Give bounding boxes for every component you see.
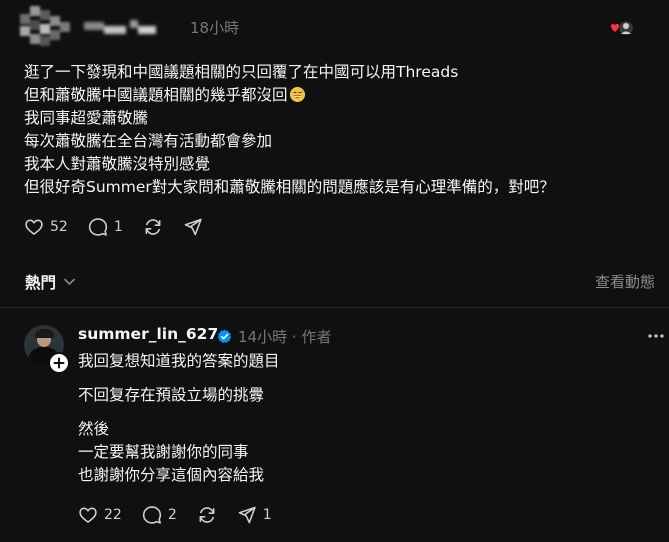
post-timestamp: 18小時 — [190, 19, 240, 37]
post-body: 逛了一下發現和中國議題相關的只回覆了在中國可以用Threads 但和蕭敬騰中國議… — [24, 61, 654, 199]
send-icon — [238, 506, 256, 524]
like-button[interactable]: 22 — [78, 505, 122, 525]
reply-paragraph: 我回复想知道我的答案的題目 — [78, 350, 638, 373]
more-options-icon[interactable] — [648, 334, 664, 338]
repost-button[interactable] — [197, 505, 217, 525]
post-line: 但和蕭敬騰中國議題相關的幾乎都沒回 — [24, 84, 654, 107]
repost-icon — [145, 219, 161, 235]
share-button[interactable]: 1 — [237, 505, 272, 525]
replies-section-bar: 熱門 查看動態 — [0, 262, 669, 302]
post-line: 我本人對蕭敬騰沒特別感覺 — [24, 155, 211, 173]
section-divider — [0, 307, 669, 308]
share-count: 1 — [262, 507, 272, 523]
reply-line: 也謝謝你分享這個內容給我 — [78, 466, 265, 484]
liked-by-avatars[interactable] — [608, 19, 636, 37]
threads-page: 18小時 逛了一下發現和中國議題相關的只回覆了在中國可以用Threads 但和蕭… — [0, 0, 669, 542]
like-count: 22 — [104, 507, 122, 523]
heart-icon — [25, 219, 43, 235]
author-tag: 作者 — [301, 328, 332, 346]
follow-button[interactable] — [48, 352, 70, 374]
chevron-down-icon[interactable] — [64, 278, 75, 286]
view-activity-link[interactable]: 查看動態 — [595, 271, 655, 292]
share-button[interactable] — [183, 217, 203, 237]
repost-icon — [199, 507, 215, 523]
post-line: 逛了一下發現和中國議題相關的只回覆了在中國可以用Threads — [24, 63, 459, 81]
sort-dropdown-label[interactable]: 熱門 — [25, 271, 56, 293]
pixelated-username[interactable] — [84, 18, 156, 34]
post-line: 每次蕭敬騰在全台灣有活動都會參加 — [24, 132, 273, 150]
post-header: 18小時 — [0, 0, 669, 56]
reply-timestamp: 14小時 — [238, 328, 288, 346]
reply-actions: 22 2 1 — [78, 505, 292, 525]
send-icon — [184, 218, 202, 236]
reply-line: 我回复想知道我的答案的題目 — [78, 352, 280, 370]
reply-button[interactable]: 2 — [142, 505, 177, 525]
like-button[interactable]: 52 — [24, 217, 68, 237]
reply-line: 不回复存在預設立場的挑釁 — [78, 386, 265, 404]
plus-icon — [53, 357, 65, 369]
comment-icon — [142, 506, 161, 524]
like-count: 52 — [50, 219, 68, 235]
reply-count: 2 — [167, 507, 177, 523]
reply-line: 然後 — [78, 420, 110, 438]
post-actions: 52 1 — [24, 217, 223, 237]
repost-button[interactable] — [143, 217, 163, 237]
reply-line: 一定要幫我謝謝你的同事 — [78, 443, 249, 461]
meta-separator: · — [291, 328, 297, 346]
reply-button[interactable]: 1 — [88, 217, 123, 237]
reply-paragraph: 不回复存在預設立場的挑釁 — [78, 384, 638, 407]
post-line: 我同事超愛蕭敬騰 — [24, 109, 149, 127]
reply-count: 1 — [113, 219, 123, 235]
heart-icon — [79, 507, 97, 523]
reply-body: 我回复想知道我的答案的題目 不回复存在預設立場的挑釁 然後 一定要幫我謝謝你的同… — [78, 350, 638, 498]
pixelated-avatar[interactable] — [20, 6, 70, 48]
reply-username[interactable]: summer_lin_627 — [78, 325, 218, 343]
verified-badge-icon — [217, 329, 232, 344]
grinning-sweat-emoji-icon — [289, 87, 305, 102]
comment-icon — [88, 218, 107, 236]
reply-meta: 14小時 · 作者 — [238, 326, 331, 347]
reply-paragraph: 然後 一定要幫我謝謝你的同事 也謝謝你分享這個內容給我 — [78, 418, 638, 487]
post-line: 但很好奇Summer對大家問和蕭敬騰相關的問題應該是有心理準備的，對吧？ — [24, 178, 555, 196]
post-line-text: 但和蕭敬騰中國議題相關的幾乎都沒回 — [24, 86, 288, 104]
